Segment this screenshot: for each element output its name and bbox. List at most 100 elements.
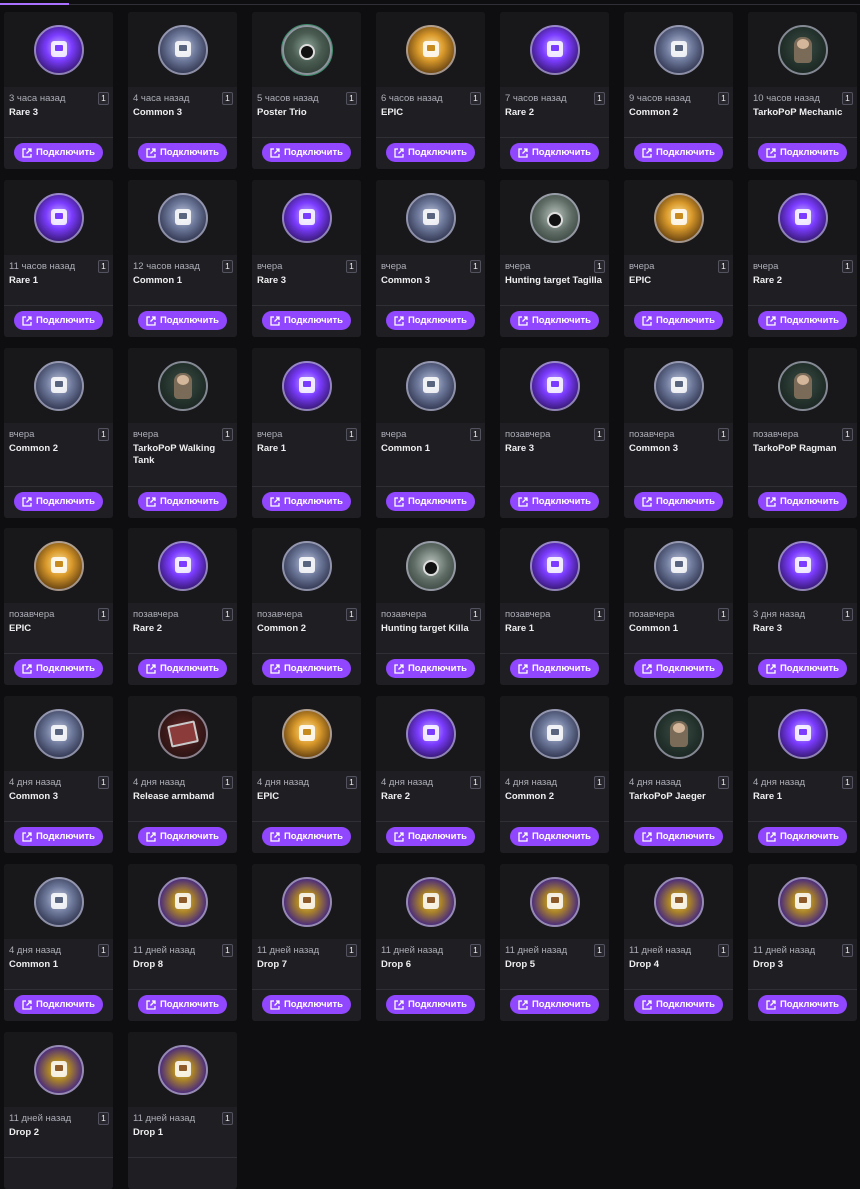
quantity-badge: 1 [718, 428, 729, 441]
connect-button[interactable]: Подключить [758, 995, 847, 1014]
connect-button[interactable]: Подключить [386, 827, 475, 846]
connect-button[interactable]: Подключить [14, 492, 103, 511]
drop-card: 4 дня назад 1 Release armbamd Подключить [128, 696, 237, 853]
card-divider [748, 305, 857, 306]
card-divider [128, 1157, 237, 1158]
reward-thumbnail [376, 696, 485, 771]
connect-button[interactable]: Подключить [510, 659, 599, 678]
connect-button[interactable]: Подключить [138, 311, 227, 330]
connect-button[interactable]: Подключить [14, 995, 103, 1014]
card-divider [748, 653, 857, 654]
connect-button[interactable]: Подключить [138, 995, 227, 1014]
connect-button[interactable]: Подключить [386, 311, 475, 330]
connect-button-label: Подключить [159, 999, 220, 1010]
drop-card: 3 дня назад 1 Rare 3 Подключить [748, 528, 857, 685]
external-link-icon [394, 147, 404, 158]
connect-button[interactable]: Подключить [14, 827, 103, 846]
card-divider [624, 486, 733, 487]
reward-rare-icon [33, 24, 84, 75]
quantity-badge: 1 [222, 776, 233, 789]
drop-card: позавчера 1 Common 1 Подключить [624, 528, 733, 685]
drop-time: 5 часов назад [257, 93, 319, 104]
badge-glyph-icon [670, 556, 687, 573]
connect-button[interactable]: Подключить [510, 492, 599, 511]
card-divider [252, 486, 361, 487]
card-divider [500, 305, 609, 306]
connect-button[interactable]: Подключить [634, 659, 723, 678]
connect-button[interactable]: Подключить [138, 143, 227, 162]
connect-button[interactable]: Подключить [758, 143, 847, 162]
quantity-badge: 1 [594, 260, 605, 273]
external-link-icon [766, 315, 776, 326]
card-divider [376, 989, 485, 990]
card-divider [748, 821, 857, 822]
connect-button[interactable]: Подключить [634, 995, 723, 1014]
connect-button[interactable]: Подключить [386, 995, 475, 1014]
external-link-icon [22, 999, 32, 1010]
badge-glyph-icon [298, 724, 315, 741]
connect-button[interactable]: Подключить [510, 995, 599, 1014]
connect-button-label: Подключить [779, 147, 840, 158]
reward-tarkopop-icon [777, 24, 828, 75]
external-link-icon [146, 999, 156, 1010]
card-divider [128, 305, 237, 306]
reward-name: Common 2 [629, 107, 679, 118]
external-link-icon [22, 147, 32, 158]
reward-name: Rare 2 [381, 791, 411, 802]
connect-button[interactable]: Подключить [510, 827, 599, 846]
reward-tarkopop-icon [157, 360, 208, 411]
drop-time: 4 часа назад [133, 93, 190, 104]
connect-button[interactable]: Подключить [262, 995, 351, 1014]
connect-button[interactable]: Подключить [758, 827, 847, 846]
reward-name: Common 1 [9, 959, 59, 970]
connect-button[interactable]: Подключить [634, 492, 723, 511]
reward-name: Hunting target Killa [381, 623, 469, 634]
reward-name: Common 2 [505, 791, 555, 802]
connect-button[interactable]: Подключить [262, 311, 351, 330]
quantity-badge: 1 [98, 1112, 109, 1125]
reward-name: TarkoPoP Jaeger [629, 791, 706, 802]
connect-button[interactable]: Подключить [14, 659, 103, 678]
connect-button[interactable]: Подключить [510, 143, 599, 162]
drop-card: позавчера 1 Common 3 Подключить [624, 348, 733, 518]
connect-button[interactable]: Подключить [386, 659, 475, 678]
connect-button[interactable]: Подключить [138, 492, 227, 511]
connect-button[interactable]: Подключить [510, 311, 599, 330]
connect-button[interactable]: Подключить [634, 311, 723, 330]
reward-thumbnail [252, 12, 361, 87]
connect-button[interactable]: Подключить [758, 659, 847, 678]
reward-common-icon [33, 360, 84, 411]
reward-rare-icon [777, 540, 828, 591]
connect-button[interactable]: Подключить [386, 492, 475, 511]
reward-thumbnail [252, 864, 361, 939]
reward-rare-icon [529, 540, 580, 591]
reward-thumbnail [4, 12, 113, 87]
connect-button-label: Подключить [655, 496, 716, 507]
reward-rare-icon [777, 708, 828, 759]
connect-button[interactable]: Подключить [262, 827, 351, 846]
reward-thumbnail [128, 1032, 237, 1107]
badge-glyph-icon [50, 1060, 67, 1077]
connect-button[interactable]: Подключить [634, 827, 723, 846]
quantity-badge: 1 [98, 260, 109, 273]
connect-button[interactable]: Подключить [758, 492, 847, 511]
connect-button[interactable]: Подключить [14, 143, 103, 162]
connect-button[interactable]: Подключить [14, 311, 103, 330]
connect-button[interactable]: Подключить [262, 143, 351, 162]
drop-time: 11 дней назад [629, 945, 692, 956]
connect-button[interactable]: Подключить [138, 827, 227, 846]
connect-button[interactable]: Подключить [262, 659, 351, 678]
connect-button[interactable]: Подключить [758, 311, 847, 330]
badge-glyph-icon [173, 372, 192, 399]
reward-thumbnail [624, 348, 733, 423]
drop-time: позавчера [381, 609, 427, 620]
badge-glyph-icon [422, 40, 439, 57]
connect-button[interactable]: Подключить [138, 659, 227, 678]
card-divider [500, 653, 609, 654]
reward-thumbnail [748, 348, 857, 423]
reward-name: Rare 1 [753, 791, 783, 802]
connect-button[interactable]: Подключить [386, 143, 475, 162]
connect-button[interactable]: Подключить [262, 492, 351, 511]
connect-button[interactable]: Подключить [634, 143, 723, 162]
quantity-badge: 1 [98, 428, 109, 441]
